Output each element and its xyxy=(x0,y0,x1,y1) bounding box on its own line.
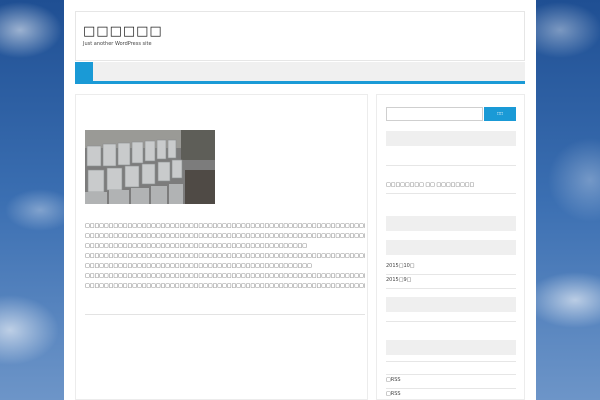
widget-title-recent-comments xyxy=(386,216,516,231)
divider xyxy=(386,165,516,166)
meta-link[interactable]: □RSS xyxy=(386,377,401,383)
main-content: □□□□□□□□□□□□□□□□□□□□□□□□□□□□□□□□□□□□□□□□… xyxy=(75,94,368,400)
divider xyxy=(386,321,516,322)
post-line: □□□□□□□□□□□□□□□□□□□□□□□□□□□□□□□□□□□□□□□□… xyxy=(85,223,365,229)
post-line: □□□□□□□□□□□□□□□□□□□□□□□□□□□□□□□□□□□□□□□□… xyxy=(85,243,308,249)
post-line: □□□□□□□□□□□□□□□□□□□□□□□□□□□□□□□□□□□□□□□□… xyxy=(85,273,365,279)
site-tagline: Just another WordPress site xyxy=(83,41,152,47)
meta-link[interactable]: □RSS xyxy=(386,391,401,397)
page-container: □□□□□□ Just another WordPress site □□□□□… xyxy=(64,0,536,400)
recent-post-link[interactable]: □□□□□□□□ □□ □□□□□□□□ xyxy=(386,182,474,188)
search-button[interactable]: □□ xyxy=(484,107,516,121)
divider xyxy=(386,388,516,389)
site-title[interactable]: □□□□□□ xyxy=(83,24,163,39)
post-line: □□□□□□□□□□□□□□□□□□□□□□□□□□□□□□□□□□□□□□□□… xyxy=(85,233,365,239)
site-header: □□□□□□ Just another WordPress site xyxy=(75,11,525,61)
divider xyxy=(386,361,516,362)
post-body: □□□□□□□□□□□□□□□□□□□□□□□□□□□□□□□□□□□□□□□□… xyxy=(85,221,365,291)
post-line: □□□□□□□□□□□□□□□□□□□□□□□□□□□□□□□□□□□□□□□□… xyxy=(85,253,365,259)
post-line: □□□□□□□□□□□□□□□□□□□□□□□□□□□□□□□□□□□□□□□□… xyxy=(85,263,312,269)
main-navigation xyxy=(75,62,525,84)
widget-title-archives xyxy=(386,240,516,255)
sidebar: □□ □□□□□□□□ □□ □□□□□□□□ 2015□10□ 2015□9□… xyxy=(376,94,525,400)
archive-link[interactable]: 2015□9□ xyxy=(386,277,411,283)
divider xyxy=(386,274,516,275)
widget-title-categories xyxy=(386,297,516,312)
widget-title-meta xyxy=(386,340,516,355)
nav-home-button[interactable] xyxy=(75,62,93,81)
post-divider xyxy=(85,314,365,315)
divider xyxy=(386,374,516,375)
archive-link[interactable]: 2015□10□ xyxy=(386,263,415,269)
widget-title-recent-posts xyxy=(386,131,516,146)
post-featured-image[interactable] xyxy=(85,130,215,204)
search-input[interactable] xyxy=(386,107,483,121)
divider xyxy=(386,193,516,194)
concrete-blocks-photo xyxy=(85,130,215,204)
post-line: □□□□□□□□□□□□□□□□□□□□□□□□□□□□□□□□□□□□□□□□… xyxy=(85,283,365,289)
divider xyxy=(386,288,516,289)
